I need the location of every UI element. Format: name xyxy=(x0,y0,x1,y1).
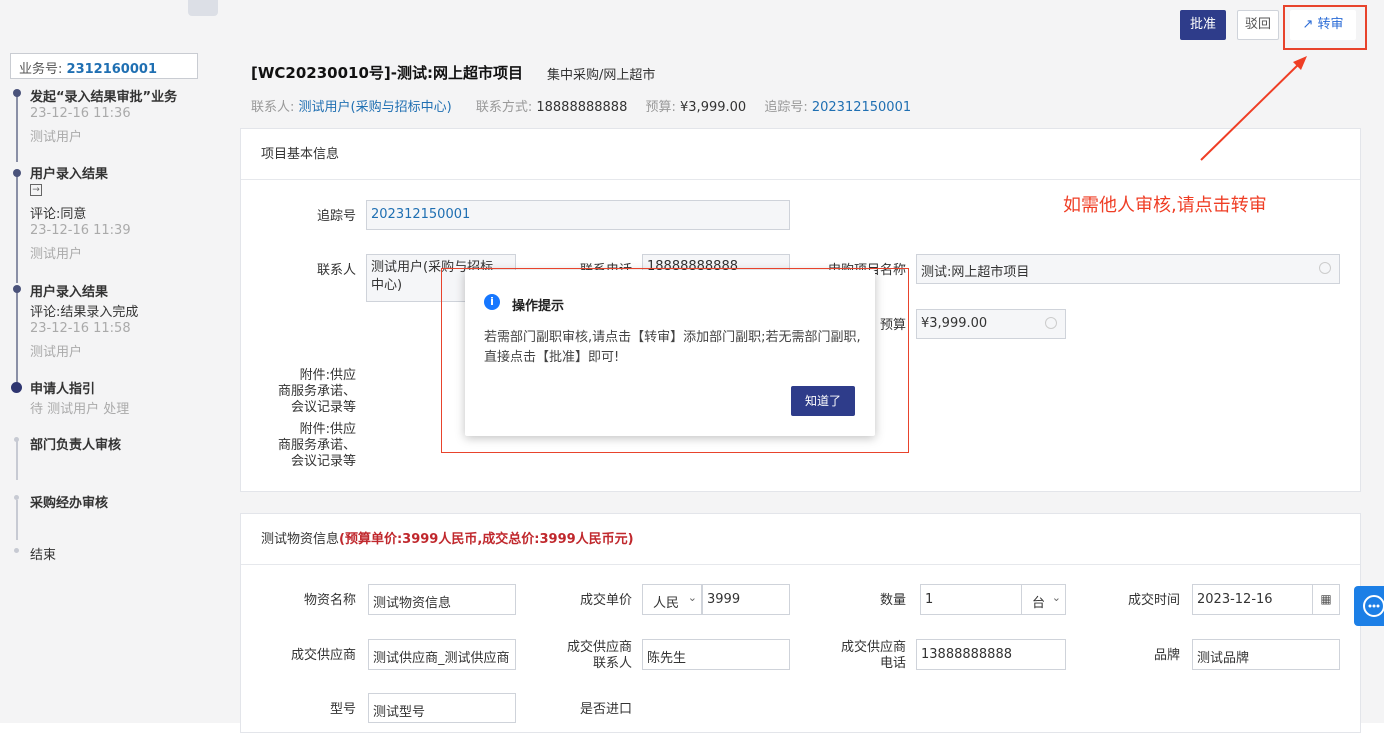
timeline-dot xyxy=(14,437,19,442)
track-label: 追踪号: xyxy=(764,100,808,115)
field-label: 追踪号 xyxy=(316,209,356,224)
chevron-down-icon: ⌄ xyxy=(1051,591,1061,604)
business-number-box: 业务号: 2312160001 xyxy=(10,53,198,79)
dialog-highlight-box xyxy=(441,268,909,453)
field-label: 成交供应商 电话 xyxy=(840,640,906,671)
phone-label: 联系方式: xyxy=(475,100,533,115)
timeline-dot xyxy=(14,548,19,553)
timeline-line xyxy=(16,440,18,480)
timeline-step-comment: 评论:同意 xyxy=(30,207,87,222)
field-label: 成交供应商 xyxy=(290,648,356,663)
track-number-field[interactable]: 202312150001 xyxy=(366,200,790,230)
field-label: 数量 xyxy=(879,593,906,608)
timeline-step-comment: 评论:结果录入完成 xyxy=(30,305,139,320)
field-label: 成交单价 xyxy=(579,593,632,608)
timeline-step-user: 测试用户 xyxy=(30,247,83,262)
field-label: 型号 xyxy=(329,702,356,717)
supplier-contact-field[interactable]: 陈先生 xyxy=(642,639,790,670)
calendar-icon[interactable]: ▦ xyxy=(1312,585,1339,614)
chat-button[interactable] xyxy=(1354,586,1384,626)
clear-icon[interactable] xyxy=(1045,317,1057,329)
timeline-dot xyxy=(14,495,19,500)
enter-icon[interactable]: → xyxy=(30,184,42,196)
field-label: 成交供应商 联系人 xyxy=(566,640,632,671)
timeline-dot xyxy=(13,285,21,293)
field-label: 是否进口 xyxy=(579,702,632,717)
timeline-step-user: 测试用户 xyxy=(30,130,83,145)
sidebar: 业务号: 2312160001 发起“录入结果审批”业务 23-12-16 11… xyxy=(0,0,222,723)
supplier-phone-field[interactable]: 13888888888 xyxy=(916,639,1066,670)
sidebar-toggle-button[interactable] xyxy=(188,0,218,16)
currency-select[interactable]: 人民 ⌄ xyxy=(642,584,702,615)
supplier-field[interactable]: 测试供应商_测试供应商 xyxy=(368,639,516,670)
timeline-step-user: 测试用户 xyxy=(30,345,83,360)
unit-price-field[interactable]: 3999 xyxy=(702,584,790,615)
annotation-arrow xyxy=(1200,56,1307,161)
timeline-step-title: 申请人指引 xyxy=(30,382,96,397)
reject-button[interactable]: 驳回 xyxy=(1237,10,1279,40)
field-label: 物资名称 xyxy=(303,593,356,608)
field-label: 品牌 xyxy=(1153,648,1180,663)
page-subtitle: 集中采购/网上超市 xyxy=(547,68,656,83)
timeline-step-title: 用户录入结果 xyxy=(30,285,109,300)
chevron-down-icon: ⌄ xyxy=(687,591,697,604)
timeline-line xyxy=(16,92,18,162)
timeline-step-time: 23-12-16 11:58 xyxy=(30,321,131,336)
contact-link[interactable]: 测试用户(采购与招标中心) xyxy=(299,100,452,115)
price-summary: (预算单价:3999人民币,成交总价:3999人民币元) xyxy=(339,532,634,547)
clear-icon[interactable] xyxy=(1319,262,1331,274)
transfer-highlight-box xyxy=(1283,5,1367,50)
track-link[interactable]: 202312150001 xyxy=(812,100,911,115)
page-title: [WC20230010号]-测试:网上超市项目 xyxy=(251,64,523,82)
attachment-label: 附件:供应 商服务承诺、 会议记录等 xyxy=(277,368,356,415)
project-name-field[interactable]: 测试:网上超市项目 xyxy=(916,254,1340,284)
timeline-step-title: 部门负责人审核 xyxy=(30,438,122,453)
approve-button[interactable]: 批准 xyxy=(1180,10,1226,40)
material-name-field[interactable]: 测试物资信息 xyxy=(368,584,516,615)
business-number-value: 2312160001 xyxy=(66,62,157,77)
timeline-dot-current xyxy=(11,382,22,393)
annotation-text: 如需他人审核,请点击转审 xyxy=(1063,195,1267,216)
timeline-dot xyxy=(13,169,21,177)
budget-value: ¥3,999.00 xyxy=(680,100,747,115)
budget-field[interactable]: ¥3,999.00 xyxy=(916,309,1066,339)
business-number-label: 业务号: xyxy=(19,62,63,77)
timeline-line xyxy=(16,173,18,283)
budget-label: 预算: xyxy=(645,100,676,115)
card-heading: 测试物资信息(预算单价:3999人民币,成交总价:3999人民币元) xyxy=(241,514,1360,565)
quantity-field[interactable]: 1 xyxy=(920,584,1022,615)
contact-label: 联系人: xyxy=(251,100,295,115)
timeline-step-title: 发起“录入结果审批”业务 xyxy=(30,90,178,105)
timeline-step-status: 待 测试用户 处理 xyxy=(30,402,130,417)
model-field[interactable]: 测试型号 xyxy=(368,693,516,723)
field-label: 联系人 xyxy=(316,263,356,278)
timeline-line xyxy=(16,500,18,540)
timeline-step-title: 采购经办审核 xyxy=(30,496,109,511)
timeline-dot xyxy=(13,89,21,97)
timeline-step-title: 用户录入结果 xyxy=(30,167,109,182)
phone-value: 18888888888 xyxy=(536,100,628,115)
deal-date-field[interactable]: 2023-12-16 ▦ xyxy=(1192,584,1340,615)
timeline-line xyxy=(16,290,18,385)
timeline-step-time: 23-12-16 11:36 xyxy=(30,106,131,121)
brand-field[interactable]: 测试品牌 xyxy=(1192,639,1340,670)
timeline-step-time: 23-12-16 11:39 xyxy=(30,223,131,238)
field-label: 成交时间 xyxy=(1127,593,1180,608)
unit-select[interactable]: 台 ⌄ xyxy=(1021,584,1066,615)
attachment-label: 附件:供应 商服务承诺、 会议记录等 xyxy=(277,422,356,469)
timeline-step-title: 结束 xyxy=(30,548,57,563)
project-info-row: 联系人: 测试用户(采购与招标中心) 联系方式: 18888888888 预算:… xyxy=(251,96,911,115)
card-heading: 项目基本信息 xyxy=(241,129,1360,180)
chat-bubble-icon xyxy=(1363,595,1384,617)
